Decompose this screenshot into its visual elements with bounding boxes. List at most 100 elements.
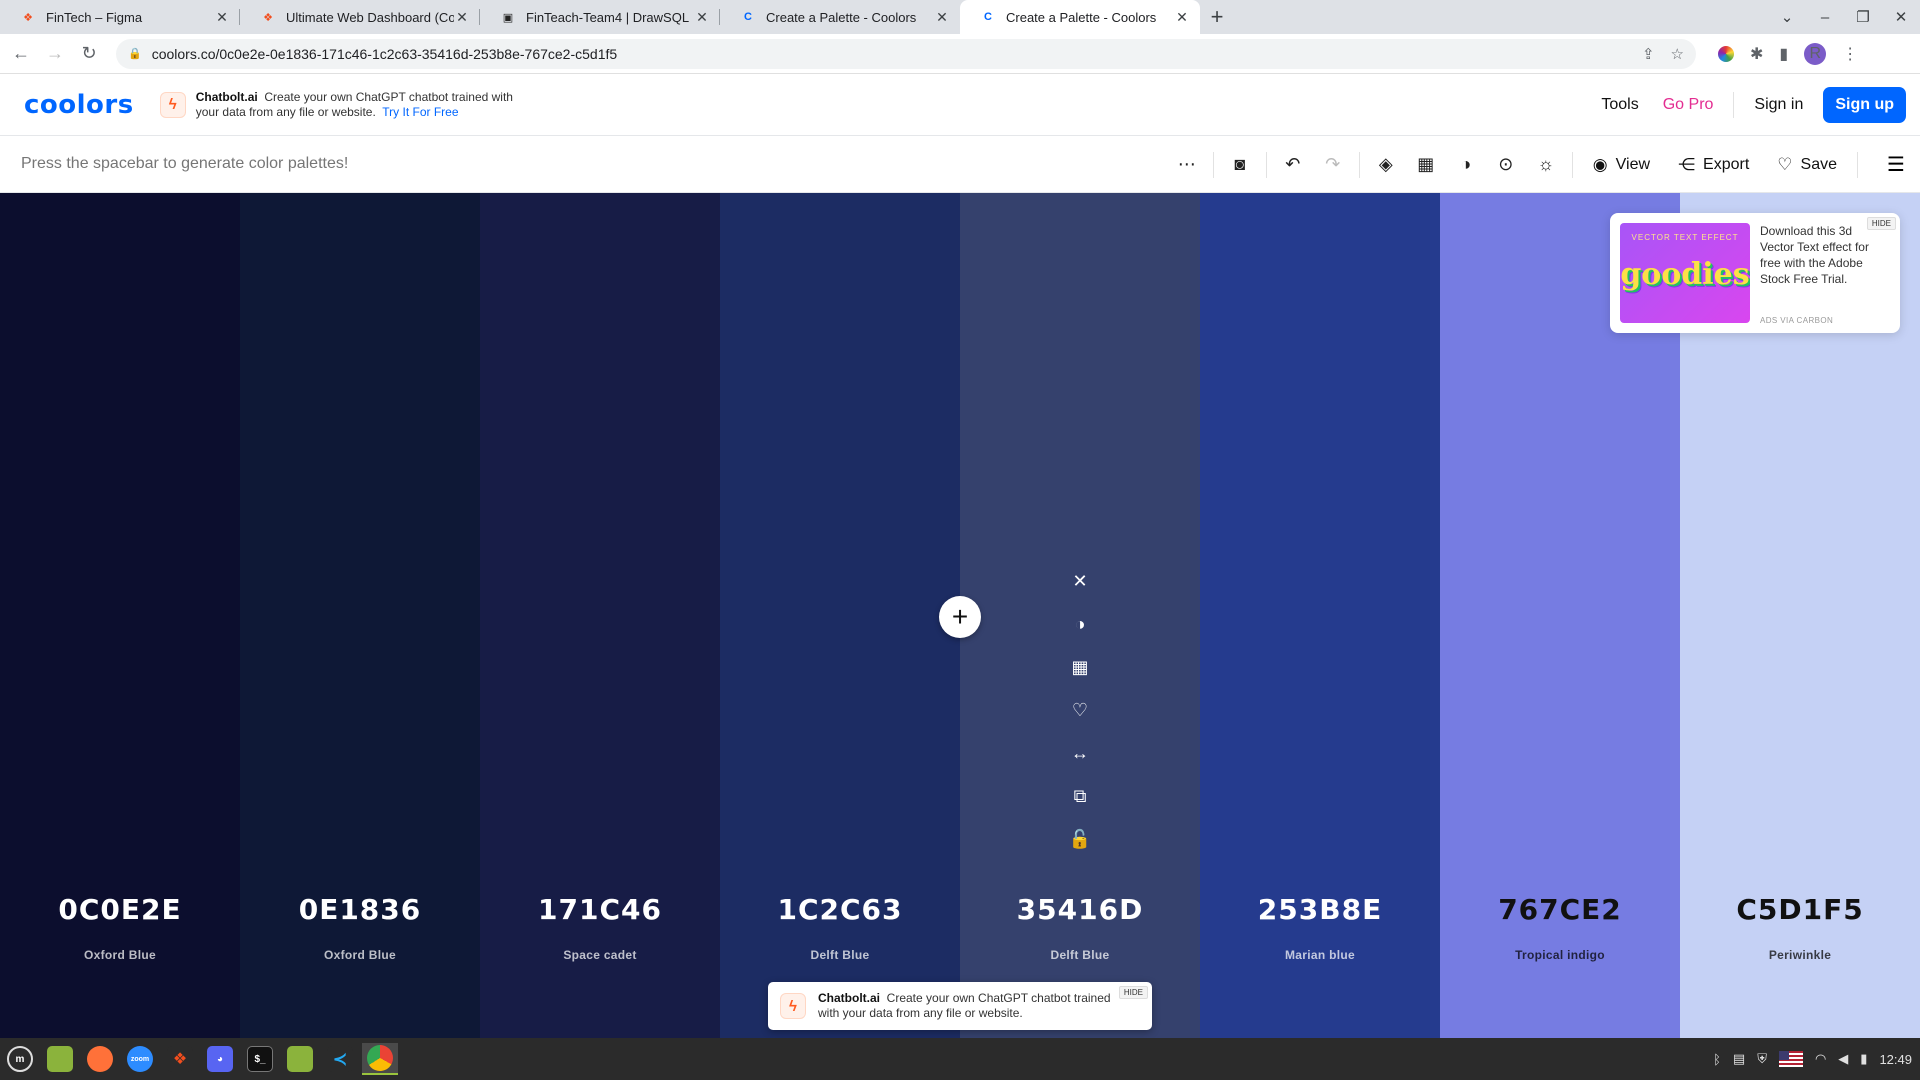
grid-icon[interactable]: ▦ (1406, 154, 1446, 175)
browser-tab[interactable]: C Create a Palette - Coolors ✕ (720, 0, 960, 34)
color-swatch[interactable]: 0E1836 Oxford Blue (240, 193, 480, 1038)
bottom-promo[interactable]: ϟ Chatbolt.ai Create your own ChatGPT ch… (768, 982, 1152, 1030)
terminal-icon[interactable]: $_ (242, 1043, 278, 1075)
tab-close-icon[interactable]: ✕ (1174, 9, 1190, 25)
color-swatch[interactable]: 171C46 Space cadet (480, 193, 720, 1038)
undo-icon[interactable]: ↶ (1273, 154, 1313, 175)
tab-search-icon[interactable]: ⌄ (1768, 8, 1806, 26)
side-panel-icon[interactable]: ▮ (1779, 44, 1788, 64)
discord-icon[interactable]: ◕ (202, 1043, 238, 1075)
clock[interactable]: 12:49 (1879, 1052, 1912, 1067)
browser-tab[interactable]: ▣ FinTeach-Team4 | DrawSQL ✕ (480, 0, 720, 34)
new-tab-button[interactable]: + (1200, 0, 1234, 34)
carbon-ad[interactable]: VECTOR TEXT EFFECT goodies Download this… (1610, 213, 1900, 333)
redo-icon[interactable]: ↷ (1313, 154, 1353, 175)
save-button[interactable]: ♡ Save (1777, 155, 1837, 175)
lock-icon[interactable]: 🔒 (128, 47, 142, 60)
restore-icon[interactable]: ❐ (1844, 8, 1882, 26)
zoom-icon[interactable]: zoom (122, 1043, 158, 1075)
extensions-puzzle-icon[interactable]: ✱ (1750, 44, 1763, 64)
color-hex[interactable]: 253B8E (1200, 893, 1440, 926)
forward-icon[interactable]: → (42, 43, 68, 64)
reload-icon[interactable]: ↻ (76, 43, 102, 64)
color-name: Oxford Blue (324, 948, 396, 962)
color-hex[interactable]: 767CE2 (1440, 893, 1680, 926)
ad-text[interactable]: Download this 3d Vector Text effect for … (1760, 223, 1870, 323)
more-options-icon[interactable]: ⋯ (1167, 154, 1207, 175)
chrome-icon[interactable] (362, 1043, 398, 1075)
camera-icon[interactable]: ◙ (1220, 154, 1260, 175)
figma-icon[interactable]: ❖ (162, 1043, 198, 1075)
add-color-button[interactable]: + (939, 596, 981, 638)
battery-icon[interactable]: ▮ (1860, 1051, 1867, 1067)
hamburger-menu-icon[interactable]: ☰ (1872, 152, 1920, 177)
ad-via[interactable]: ADS VIA CARBON (1760, 316, 1833, 325)
sign-up-button[interactable]: Sign up (1823, 87, 1906, 123)
export-button[interactable]: ⋲ Export (1678, 155, 1749, 175)
contrast-icon[interactable]: ◑ (1446, 154, 1486, 175)
promo-link[interactable]: Try It For Free (382, 105, 458, 119)
adjust-palette-icon[interactable]: ◈ (1366, 154, 1406, 175)
color-hex[interactable]: C5D1F5 (1680, 893, 1920, 926)
color-blindness-glasses-icon[interactable]: ⊙ (1486, 154, 1526, 175)
tools-link[interactable]: Tools (1601, 96, 1638, 114)
shades-contrast-icon[interactable]: ◑ (1075, 603, 1086, 646)
coolors-logo[interactable]: coolors (24, 90, 134, 120)
copy-hex-icon[interactable]: ⧉ (1074, 775, 1087, 818)
share-icon[interactable]: ⇪ (1642, 45, 1655, 63)
view-button[interactable]: ◉ View (1593, 155, 1650, 175)
bluetooth-icon[interactable]: ᛒ (1713, 1052, 1721, 1067)
tab-close-icon[interactable]: ✕ (454, 9, 470, 25)
browser-tab[interactable]: ❖ FinTech – Figma ✕ (0, 0, 240, 34)
color-swatch[interactable]: 253B8E Marian blue (1200, 193, 1440, 1038)
shield-icon[interactable]: ⛨ (1757, 1051, 1767, 1067)
browser-tab[interactable]: C Create a Palette - Coolors ✕ (960, 0, 1200, 34)
sign-in-link[interactable]: Sign in (1754, 96, 1803, 114)
remove-color-icon[interactable]: ✕ (1072, 560, 1087, 603)
file-manager-icon[interactable] (282, 1043, 318, 1075)
back-icon[interactable]: ← (8, 43, 34, 64)
color-hex[interactable]: 171C46 (480, 893, 720, 926)
brightness-icon[interactable]: ☼ (1526, 154, 1566, 175)
vscode-icon[interactable]: ≺ (322, 1043, 358, 1075)
close-window-icon[interactable]: ✕ (1882, 8, 1920, 26)
mint-menu-icon[interactable]: m (2, 1043, 38, 1075)
tab-title: Ultimate Web Dashboard (Co (286, 9, 454, 25)
browser-tab[interactable]: ❖ Ultimate Web Dashboard (Co ✕ (240, 0, 480, 34)
color-hex[interactable]: 0C0E2E (0, 893, 240, 926)
header-promo[interactable]: ϟ Chatbolt.ai Create your own ChatGPT ch… (159, 90, 526, 120)
window-controls: ⌄ – ❐ ✕ (1768, 0, 1920, 34)
profile-avatar[interactable]: R (1804, 42, 1827, 65)
clipboard-icon[interactable]: ▤ (1733, 1051, 1745, 1067)
hide-ad-button[interactable]: HIDE (1866, 217, 1896, 230)
ad-image[interactable]: VECTOR TEXT EFFECT goodies (1620, 223, 1750, 323)
save-color-heart-icon[interactable]: ♡ (1072, 689, 1088, 732)
view-shades-grid-icon[interactable]: ▦ (1071, 646, 1088, 689)
color-swatch[interactable]: 1C2C63 Delft Blue (720, 193, 960, 1038)
address-bar[interactable]: 🔒 coolors.co/0c0e2e-0e1836-171c46-1c2c63… (116, 38, 1696, 69)
color-swatch[interactable]: 0C0E2E Oxford Blue (0, 193, 240, 1038)
wifi-icon[interactable]: ◠ (1815, 1051, 1826, 1067)
tab-close-icon[interactable]: ✕ (934, 9, 950, 25)
unlock-icon[interactable]: 🔓 (1069, 818, 1091, 861)
color-hex[interactable]: 0E1836 (240, 893, 480, 926)
color-swatch[interactable]: ✕ ◑ ▦ ♡ ↔ ⧉ 🔓 35416D Delft Blue (960, 193, 1200, 1038)
go-pro-link[interactable]: Go Pro (1663, 96, 1714, 114)
color-hex[interactable]: 1C2C63 (720, 893, 960, 926)
tab-close-icon[interactable]: ✕ (694, 9, 710, 25)
browser-menu-icon[interactable]: ⋮ (1842, 44, 1858, 64)
volume-icon[interactable]: ◀ (1838, 1051, 1848, 1067)
color-hex[interactable]: 35416D (960, 893, 1200, 926)
minimize-icon[interactable]: – (1806, 9, 1844, 26)
drag-move-icon[interactable]: ↔ (1071, 732, 1089, 775)
hide-promo-button[interactable]: HIDE (1118, 986, 1148, 999)
tab-close-icon[interactable]: ✕ (214, 9, 230, 25)
bookmark-star-icon[interactable]: ☆ (1671, 45, 1684, 63)
url-text[interactable]: coolors.co/0c0e2e-0e1836-171c46-1c2c63-3… (152, 46, 1626, 62)
color-extension-icon[interactable] (1718, 45, 1734, 62)
keyboard-layout-flag-icon[interactable] (1778, 1051, 1803, 1067)
figma-icon: ❖ (23, 11, 33, 24)
firefox-icon[interactable] (82, 1043, 118, 1075)
divider (1733, 92, 1735, 118)
files-folder-icon[interactable] (42, 1043, 78, 1075)
